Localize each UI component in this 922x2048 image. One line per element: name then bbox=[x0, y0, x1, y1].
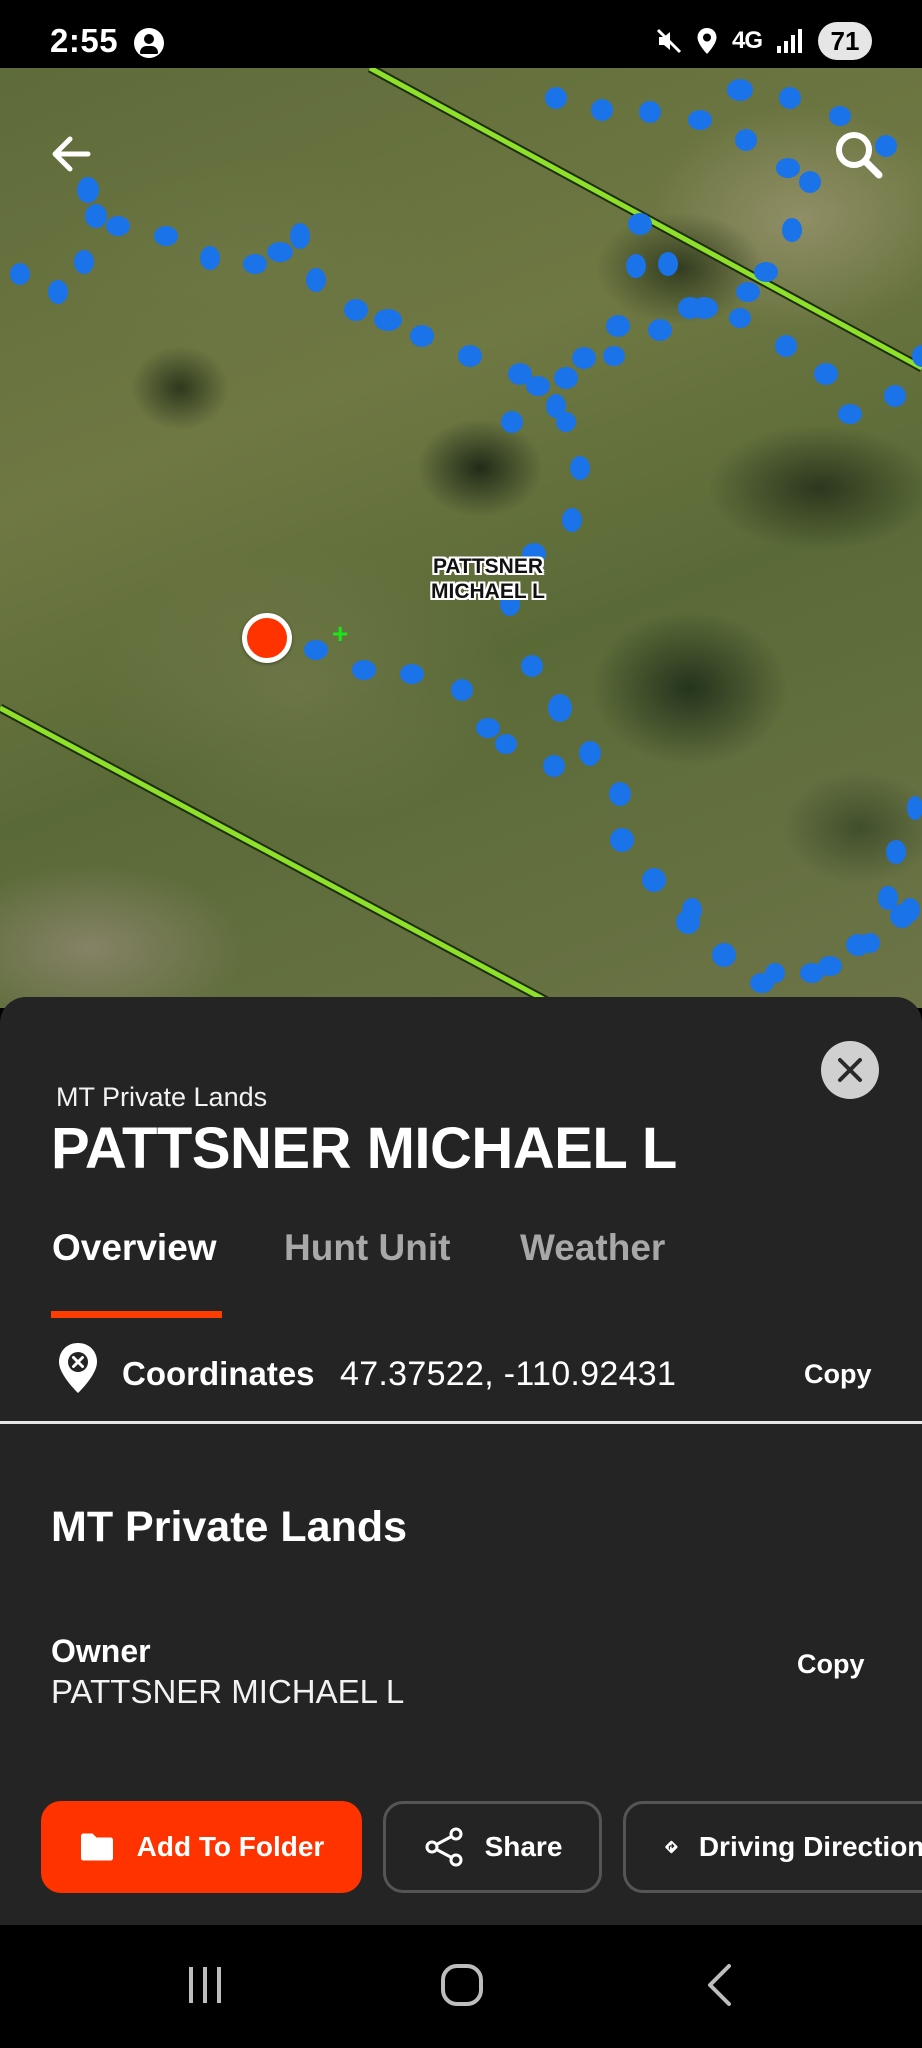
tab-hunt-unit[interactable]: Hunt Unit bbox=[284, 1227, 450, 1269]
account-icon bbox=[134, 28, 164, 58]
network-label: 4G bbox=[731, 27, 763, 54]
tab-weather[interactable]: Weather bbox=[520, 1227, 665, 1269]
back-icon[interactable] bbox=[705, 1963, 735, 2012]
mute-icon bbox=[656, 28, 682, 54]
map-overlay bbox=[0, 68, 922, 1008]
status-bar: 2:55 4G 71 bbox=[0, 0, 922, 68]
parcel-label-line2: MICHAEL L bbox=[431, 580, 545, 603]
folder-icon bbox=[80, 1833, 113, 1861]
add-to-folder-label: Add To Folder bbox=[136, 1831, 325, 1862]
share-button[interactable]: Share bbox=[383, 1801, 602, 1893]
parcel-label-line1: PATTSNER bbox=[432, 555, 544, 578]
tab-bar: Overview Hunt Unit Weather bbox=[0, 1217, 922, 1318]
coordinates-row: Coordinates 47.37522, -110.92431 Copy bbox=[0, 1337, 922, 1421]
copy-coordinates-button[interactable]: Copy bbox=[804, 1359, 872, 1390]
close-button[interactable] bbox=[821, 1041, 879, 1099]
signal-icon bbox=[776, 28, 804, 54]
search-icon[interactable] bbox=[830, 126, 886, 182]
coordinates-label: Coordinates bbox=[122, 1355, 315, 1392]
map-view[interactable]: PATTSNER MICHAEL L + bbox=[0, 68, 922, 1008]
crosshair-icon: + bbox=[332, 618, 349, 649]
add-to-folder-button[interactable]: Add To Folder bbox=[41, 1801, 362, 1893]
home-icon[interactable] bbox=[440, 1963, 484, 2012]
parcel-title: PATTSNER MICHAEL L bbox=[51, 1116, 677, 1181]
system-nav-bar bbox=[0, 1925, 922, 2048]
share-label: Share bbox=[484, 1831, 563, 1862]
close-icon bbox=[838, 1058, 862, 1082]
tab-overview[interactable]: Overview bbox=[52, 1227, 217, 1269]
back-arrow-icon[interactable] bbox=[44, 126, 100, 182]
parcel-boundary-line bbox=[0, 705, 562, 1008]
details-sheet: MT Private Lands PATTSNER MICHAEL L Over… bbox=[0, 997, 922, 1925]
parcel-label: PATTSNER MICHAEL L bbox=[418, 554, 558, 604]
battery-indicator: 71 bbox=[818, 22, 872, 60]
location-icon bbox=[696, 27, 718, 55]
status-time: 2:55 bbox=[50, 22, 119, 59]
status-icons: 4G 71 bbox=[656, 22, 872, 60]
action-bar: Add To Folder Share Driving Directions bbox=[0, 1801, 922, 1895]
share-icon bbox=[425, 1827, 463, 1867]
copy-owner-button[interactable]: Copy bbox=[797, 1649, 865, 1680]
recents-icon[interactable] bbox=[185, 1965, 225, 2010]
owner-label: Owner bbox=[51, 1633, 151, 1669]
trail-dots bbox=[10, 79, 922, 993]
section-title: MT Private Lands bbox=[51, 1503, 408, 1551]
driving-directions-label: Driving Directions bbox=[698, 1831, 922, 1862]
divider bbox=[0, 1421, 922, 1424]
coordinates-value: 47.37522, -110.92431 bbox=[340, 1355, 677, 1393]
driving-directions-button[interactable]: Driving Directions bbox=[623, 1801, 922, 1893]
location-pin[interactable] bbox=[242, 613, 292, 663]
active-tab-indicator bbox=[51, 1311, 222, 1318]
land-category: MT Private Lands bbox=[56, 1082, 268, 1112]
map-pin-x-icon bbox=[56, 1341, 100, 1400]
directions-icon bbox=[665, 1840, 678, 1854]
owner-value: PATTSNER MICHAEL L bbox=[51, 1673, 405, 1710]
